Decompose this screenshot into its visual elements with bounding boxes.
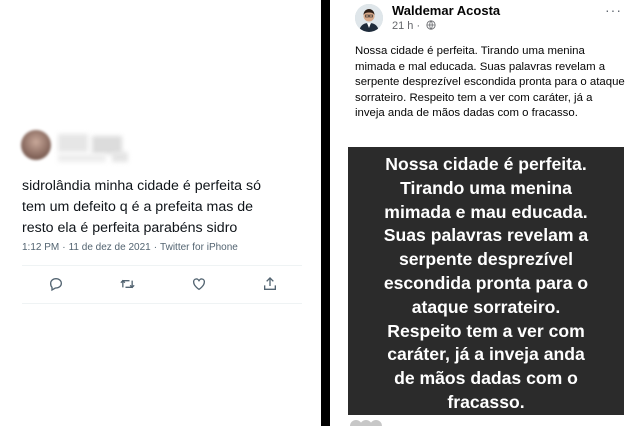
tweet-time[interactable]: 1:12 PM — [22, 242, 59, 253]
author-photo — [355, 4, 383, 32]
facebook-post-panel: Waldemar Acosta 21 h · ··· Nossa cidade … — [330, 0, 640, 426]
tweet-divider-bottom — [22, 303, 302, 304]
post-image[interactable]: Nossa cidade é perfeita. Tirando uma men… — [348, 147, 624, 415]
author-name[interactable]: Waldemar Acosta — [392, 3, 500, 18]
heart-icon — [193, 278, 205, 291]
share-button[interactable] — [258, 272, 282, 296]
reaction-icon — [370, 420, 382, 426]
tweet-author-name-blurred[interactable] — [58, 134, 88, 152]
panel-divider — [321, 0, 330, 426]
share-icon — [264, 277, 276, 290]
retweet-button[interactable] — [115, 272, 139, 296]
reply-icon — [49, 277, 63, 292]
more-options-button[interactable]: ··· — [605, 2, 622, 18]
tweet-actions-bar — [22, 272, 302, 296]
post-time-label: 21 h — [392, 20, 414, 32]
tweet-divider-top — [22, 265, 302, 266]
tweet-source[interactable]: Twitter for iPhone — [160, 242, 238, 253]
tweet-handle-blurred — [58, 154, 106, 162]
globe-icon — [426, 20, 436, 30]
tweet-panel: sidrolândia minha cidade é perfeita só t… — [0, 0, 321, 426]
post-image-text: Nossa cidade é perfeita. Tirando uma men… — [383, 154, 589, 412]
reactions-summary[interactable] — [350, 420, 386, 426]
like-button[interactable] — [187, 272, 211, 296]
post-time[interactable]: 21 h · — [392, 20, 436, 32]
post-text: Nossa cidade é perfeita. Tirando uma men… — [355, 45, 625, 119]
tweet-text: sidrolândia minha cidade é perfeita só t… — [22, 178, 261, 236]
author-avatar[interactable] — [355, 4, 383, 32]
retweet-icon — [119, 279, 135, 289]
tweet-meta: 1:12 PM · 11 de dez de 2021 · Twitter for iP… — [22, 242, 238, 253]
reply-button[interactable] — [44, 272, 68, 296]
tweet-date[interactable]: 11 de dez de 2021 — [69, 242, 151, 253]
tweet-avatar-blurred[interactable] — [21, 130, 51, 160]
tweet-handle-blurred-part — [112, 152, 128, 162]
